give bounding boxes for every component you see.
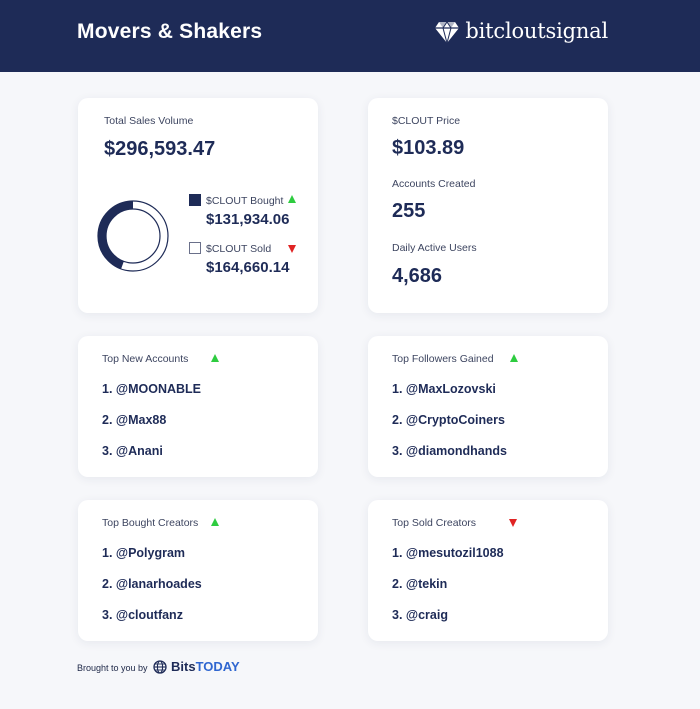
- header-bar: Movers & Shakers bitcloutsignal: [0, 0, 700, 72]
- footer-brand-bits: Bits: [171, 659, 196, 674]
- top-bought-creators-card: Top Bought Creators 1. @Polygram 2. @lan…: [78, 500, 318, 641]
- accounts-created-label: Accounts Created: [392, 178, 476, 190]
- footer-credit-text: Brought to you by: [77, 663, 148, 673]
- brand-name: bitcloutsignal: [465, 19, 608, 43]
- stats-card: $CLOUT Price $103.89 Accounts Created 25…: [368, 98, 608, 313]
- trend-down-icon: [288, 245, 296, 253]
- sold-value: $164,660.14: [206, 259, 290, 276]
- legend-swatch-bought: [189, 194, 201, 206]
- bought-value: $131,934.06: [206, 211, 290, 228]
- footer-brand-logo[interactable]: BitsTODAY: [153, 659, 240, 674]
- legend-label-bought: $CLOUT Bought: [206, 195, 284, 207]
- diamond-icon: [435, 21, 460, 44]
- clout-price-value: $103.89: [392, 137, 465, 159]
- top-new-accounts-card: Top New Accounts 1. @MOONABLE 2. @Max88 …: [78, 336, 318, 477]
- top-sold-creators-title: Top Sold Creators: [392, 517, 477, 529]
- list-item[interactable]: 1. @Polygram: [102, 546, 185, 560]
- brand-logo-group[interactable]: bitcloutsignal: [435, 18, 608, 44]
- footer-brand-name: BitsTODAY: [171, 659, 240, 674]
- list-item[interactable]: 3. @Anani: [102, 444, 163, 458]
- list-item[interactable]: 2. @tekin: [392, 577, 447, 591]
- trend-up-icon: [288, 195, 296, 203]
- sales-volume-card: Total Sales Volume $296,593.47 $CLOUT Bo…: [78, 98, 318, 313]
- footer-brand-today: TODAY: [195, 659, 240, 674]
- sales-volume-total: $296,593.47: [104, 138, 216, 160]
- daily-active-users-value: 4,686: [392, 265, 443, 287]
- top-followers-gained-title: Top Followers Gained: [392, 353, 494, 365]
- daily-active-users-label: Daily Active Users: [392, 242, 477, 254]
- list-item[interactable]: 2. @CryptoCoiners: [392, 413, 505, 427]
- list-item[interactable]: 3. @diamondhands: [392, 444, 507, 458]
- legend-label-sold: $CLOUT Sold: [206, 243, 272, 255]
- accounts-created-value: 255: [392, 200, 426, 222]
- list-item[interactable]: 1. @mesutozil1088: [392, 546, 504, 560]
- list-item[interactable]: 2. @lanarhoades: [102, 577, 202, 591]
- top-followers-gained-card: Top Followers Gained 1. @MaxLozovski 2. …: [368, 336, 608, 477]
- top-sold-creators-card: Top Sold Creators 1. @mesutozil1088 2. @…: [368, 500, 608, 641]
- list-item[interactable]: 2. @Max88: [102, 413, 166, 427]
- top-new-accounts-title: Top New Accounts: [102, 353, 189, 365]
- trend-up-icon: [510, 354, 518, 362]
- trend-down-icon: [509, 519, 517, 527]
- list-item[interactable]: 3. @cloutfanz: [102, 608, 183, 622]
- top-bought-creators-title: Top Bought Creators: [102, 517, 199, 529]
- list-item[interactable]: 1. @MOONABLE: [102, 382, 201, 396]
- clout-price-label: $CLOUT Price: [392, 115, 461, 127]
- list-item[interactable]: 1. @MaxLozovski: [392, 382, 496, 396]
- sales-donut-chart: [97, 200, 169, 272]
- legend-swatch-sold: [189, 242, 201, 254]
- page-title: Movers & Shakers: [77, 20, 263, 43]
- donut-inner-ring: [105, 208, 161, 264]
- trend-up-icon: [211, 354, 219, 362]
- list-item[interactable]: 3. @craig: [392, 608, 448, 622]
- trend-up-icon: [211, 518, 219, 526]
- donut-slice-bought: [98, 201, 133, 269]
- globe-icon: [153, 659, 167, 674]
- sales-volume-label: Total Sales Volume: [104, 115, 194, 127]
